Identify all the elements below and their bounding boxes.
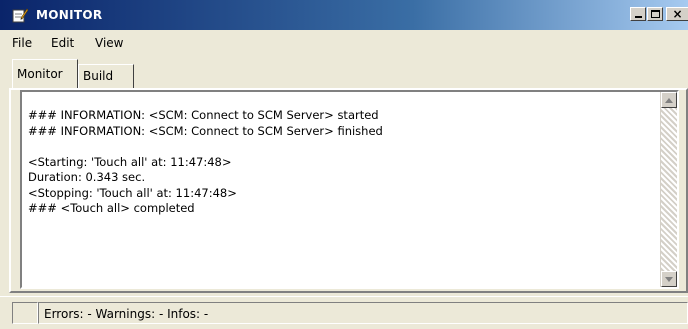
log-line: ### INFORMATION: <SCM: Connect to SCM Se… (28, 108, 379, 122)
log-output[interactable]: ### INFORMATION: <SCM: Connect to SCM Se… (20, 90, 679, 289)
tab-monitor[interactable]: Monitor (12, 59, 78, 88)
menu-bar: File Edit View (0, 30, 688, 56)
log-lines: ### INFORMATION: <SCM: Connect to SCM Se… (28, 108, 658, 217)
menu-edit[interactable]: Edit (51, 36, 74, 50)
log-line: ### <Touch all> completed (28, 201, 195, 215)
log-line: <Stopping: 'Touch all' at: 11:47:48> (28, 185, 237, 200)
title-bar[interactable]: MONITOR × (0, 0, 688, 30)
tab-build[interactable]: Build (78, 64, 134, 88)
status-cell-indicator (12, 302, 38, 324)
log-line: ### INFORMATION: <SCM: Connect to SCM Se… (28, 123, 383, 138)
scroll-down-button[interactable] (661, 271, 677, 287)
status-text: Errors: - Warnings: - Infos: - (44, 307, 209, 321)
minimize-icon (634, 16, 642, 18)
menu-view[interactable]: View (95, 36, 123, 50)
tab-strip: Monitor Build (0, 56, 688, 88)
minimize-button[interactable] (630, 7, 646, 21)
menu-file[interactable]: File (12, 36, 32, 50)
maximize-button[interactable] (647, 7, 663, 21)
arrow-up-icon (665, 97, 673, 103)
vertical-scrollbar[interactable] (660, 92, 677, 287)
notepad-pencil-icon (12, 8, 28, 23)
status-cell-summary: Errors: - Warnings: - Infos: - (38, 302, 688, 324)
log-line: Duration: 0.343 sec. (28, 170, 146, 184)
scroll-up-button[interactable] (661, 92, 677, 108)
monitor-panel: ### INFORMATION: <SCM: Connect to SCM Se… (9, 88, 688, 293)
close-button[interactable]: × (666, 7, 688, 21)
window-title: MONITOR (36, 8, 103, 22)
status-bar: Errors: - Warnings: - Infos: - (0, 296, 688, 329)
close-icon: × (672, 7, 683, 21)
maximize-icon (650, 10, 660, 18)
log-line: <Starting: 'Touch all' at: 11:47:48> (28, 154, 232, 169)
arrow-down-icon (665, 276, 673, 282)
